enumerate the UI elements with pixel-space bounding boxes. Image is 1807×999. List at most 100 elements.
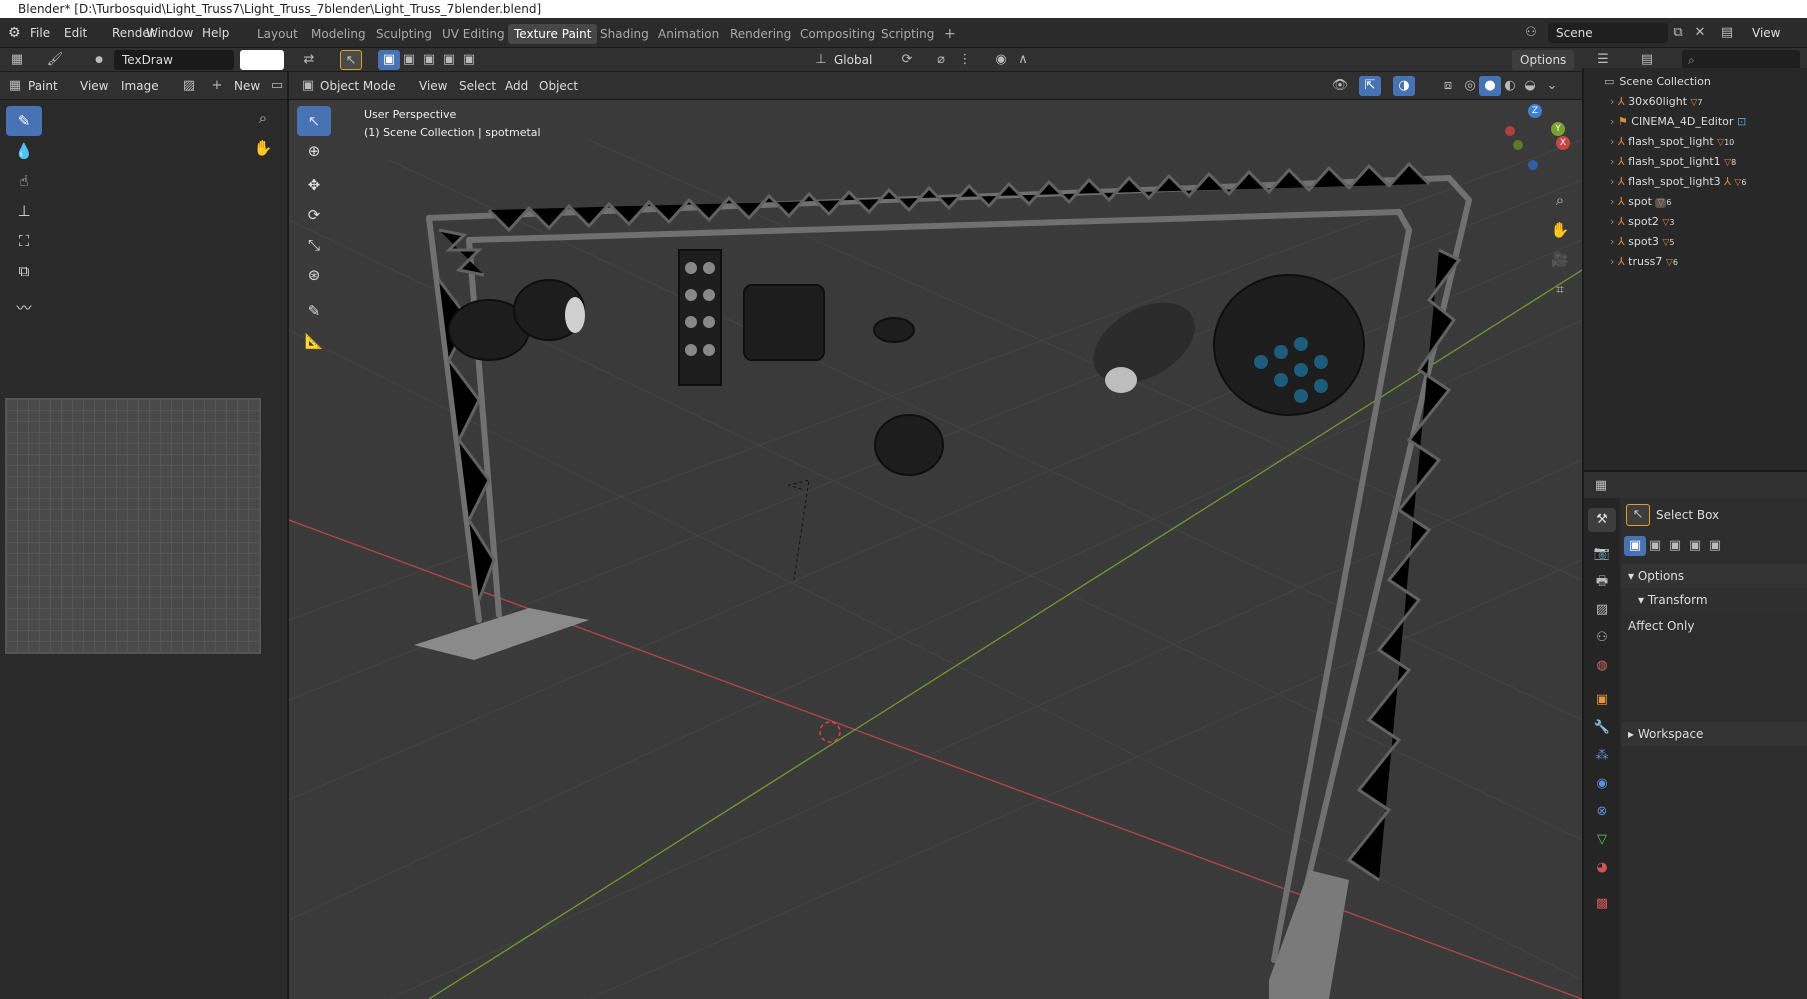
brush-color-swatch[interactable] (240, 50, 284, 70)
paint-mode-icon[interactable]: ▦ (4, 76, 26, 96)
editor-type-icon[interactable]: ▦ (6, 50, 28, 70)
select-mode-new-icon[interactable]: ▣ (378, 50, 400, 70)
select-mode-subtract-icon[interactable]: ▣ (1664, 536, 1686, 556)
tool-tab-icon[interactable]: ⚒ (1588, 508, 1616, 532)
zoom-icon[interactable]: ⌕ (252, 108, 274, 128)
outliner-item-cinema-4d-editor[interactable]: › ⚑ CINEMA_4D_Editor ⊡ (1584, 112, 1807, 132)
menu-window[interactable]: Window (142, 23, 197, 43)
3d-viewport[interactable]: ↖ ⊕ ✥ ⟳ ⤡ ⊛ ✎ 📐 User Perspective (1) Sce… (289, 100, 1582, 999)
output-tab-icon[interactable]: 🖶 (1588, 570, 1616, 594)
pivot-icon[interactable]: ⟳ (896, 50, 918, 70)
visibility-icon[interactable]: 👁 (1329, 76, 1351, 96)
outliner-item-spot2[interactable]: › ⅄ spot2 ▽3 (1584, 212, 1807, 232)
scene-selector-icon[interactable]: ⚇ (1520, 23, 1542, 43)
tab-rendering[interactable]: Rendering (724, 24, 797, 44)
draw-brush-icon[interactable]: ✎ (6, 106, 42, 136)
outliner-filter-icon[interactable]: ▤ (1636, 50, 1658, 70)
image-browse-icon[interactable]: ▨ (178, 76, 200, 96)
new-scene-icon[interactable]: ⧉ (1667, 23, 1689, 43)
select-mode-extend-icon[interactable]: ▣ (1644, 536, 1666, 556)
plus-icon[interactable]: + (206, 76, 228, 96)
view-layer-tab-icon[interactable]: ▨ (1588, 598, 1616, 622)
zoom-icon[interactable]: ⌕ (1549, 190, 1571, 210)
proportional-edit-icon[interactable]: ◉ (990, 50, 1012, 70)
material-tab-icon[interactable]: ◕ (1588, 856, 1616, 880)
rotate-tool-icon[interactable]: ⟳ (297, 200, 331, 230)
menu-object[interactable]: Object (539, 76, 578, 96)
tab-animation[interactable]: Animation (652, 24, 725, 44)
menu-select[interactable]: Select (459, 76, 496, 96)
clone-icon[interactable]: ⊥ (6, 196, 42, 226)
smear-icon[interactable]: ☝ (6, 166, 42, 196)
material-shading-icon[interactable]: ◐ (1499, 76, 1521, 96)
move-tool-icon[interactable]: ✥ (297, 170, 331, 200)
workspace-section[interactable]: ▸ Workspace (1622, 722, 1807, 746)
outliner-scene-collection[interactable]: ▭ Scene Collection (1584, 72, 1807, 92)
menu-edit[interactable]: Edit (60, 23, 91, 43)
menu-file[interactable]: File (26, 23, 54, 43)
scene-tab-icon[interactable]: ⚇ (1588, 626, 1616, 650)
brush-icon[interactable]: 🖌 (44, 50, 66, 70)
add-workspace-button[interactable]: + (938, 24, 962, 44)
shading-options-icon[interactable]: ⌄ (1541, 76, 1563, 96)
cursor-tool-icon[interactable]: ⊕ (297, 136, 331, 166)
select-mode-intersect-icon[interactable]: ▣ (458, 50, 480, 70)
select-mode-intersect-icon[interactable]: ▣ (1704, 536, 1726, 556)
neg-x-axis-gizmo[interactable] (1505, 126, 1515, 136)
snap-icon[interactable]: ⌀ (930, 50, 952, 70)
constraints-tab-icon[interactable]: ⊗ (1588, 800, 1616, 824)
orientation-icon[interactable]: ⊥ (810, 50, 832, 70)
transform-tool-icon[interactable]: ⊛ (297, 260, 331, 290)
mask-icon[interactable]: ⧉ (6, 256, 42, 286)
scale-tool-icon[interactable]: ⤡ (297, 230, 331, 260)
texture-tab-icon[interactable]: ▩ (1588, 892, 1616, 916)
snap-target-icon[interactable]: ⋮ (954, 50, 976, 70)
pan-hand-icon[interactable]: ✋ (1549, 220, 1571, 240)
outliner-item-spot3[interactable]: › ⅄ spot3 ▽5 (1584, 232, 1807, 252)
pan-hand-icon[interactable]: ✋ (252, 138, 274, 158)
options-dropdown[interactable]: Options (1512, 50, 1575, 70)
brush-dot-icon[interactable]: ● (88, 50, 110, 70)
xray-icon[interactable]: ⧈ (1437, 76, 1459, 96)
tab-layout[interactable]: Layout (251, 24, 304, 44)
tab-texture-paint[interactable]: Texture Paint (508, 24, 598, 44)
select-mode-extend-icon[interactable]: ▣ (398, 50, 420, 70)
menu-add[interactable]: Add (505, 76, 528, 96)
fill-icon[interactable]: ⛶ (6, 226, 42, 256)
options-section[interactable]: ▾ Options (1622, 564, 1807, 588)
tab-modeling[interactable]: Modeling (305, 24, 372, 44)
measure-tool-icon[interactable]: 📐 (297, 326, 331, 356)
outliner-item-flash-spot-light3[interactable]: › ⅄ flash_spot_light3 ⅄ ▽6 (1584, 172, 1807, 192)
menu-viewport-view[interactable]: View (419, 76, 447, 96)
select-mode-subtract-icon[interactable]: ▣ (418, 50, 440, 70)
data-tab-icon[interactable]: ▽ (1588, 828, 1616, 852)
camera-icon[interactable]: 🎥 (1549, 250, 1571, 270)
solid-shading-icon[interactable]: ● (1479, 76, 1501, 96)
image-canvas[interactable] (5, 398, 261, 654)
tab-shading[interactable]: Shading (594, 24, 655, 44)
z-axis-gizmo[interactable]: Z (1528, 104, 1542, 118)
menu-image[interactable]: Image (121, 76, 159, 96)
outliner-item-30x60light[interactable]: › ⅄ 30x60light ▽7 (1584, 92, 1807, 112)
object-mode-icon[interactable]: ▣ (297, 76, 319, 96)
tab-scripting[interactable]: Scripting (875, 24, 940, 44)
x-axis-gizmo[interactable]: X (1556, 136, 1570, 150)
wireframe-shading-icon[interactable]: ◎ (1459, 76, 1481, 96)
close-icon[interactable]: ✕ (1689, 23, 1711, 43)
grid-projection-icon[interactable]: ⌗ (1549, 280, 1571, 300)
outliner-display-icon[interactable]: ☰ (1592, 50, 1614, 70)
paint-mode-dropdown[interactable]: Paint (28, 76, 58, 96)
select-mode-invert-icon[interactable]: ▣ (1684, 536, 1706, 556)
outliner-item-truss7[interactable]: › ⅄ truss7 ▽6 (1584, 252, 1807, 272)
y-axis-gizmo[interactable]: Y (1551, 122, 1565, 136)
navigation-gizmo[interactable]: Z Y X (1499, 104, 1574, 174)
outliner-item-flash-spot-light1[interactable]: › ⅄ flash_spot_light1 ▽8 (1584, 152, 1807, 172)
object-tab-icon[interactable]: ▣ (1588, 688, 1616, 712)
orientation-dropdown[interactable]: Global (834, 50, 872, 70)
search-icon[interactable]: ⌕ (1682, 50, 1800, 70)
select-tool-icon[interactable]: ↖ (340, 50, 362, 70)
modifier-tab-icon[interactable]: 🔧 (1588, 716, 1616, 740)
view-layer-field[interactable]: View Laye (1752, 23, 1807, 60)
view-layer-icon[interactable]: ▤ (1716, 23, 1738, 43)
new-image-button[interactable]: New (234, 76, 260, 96)
